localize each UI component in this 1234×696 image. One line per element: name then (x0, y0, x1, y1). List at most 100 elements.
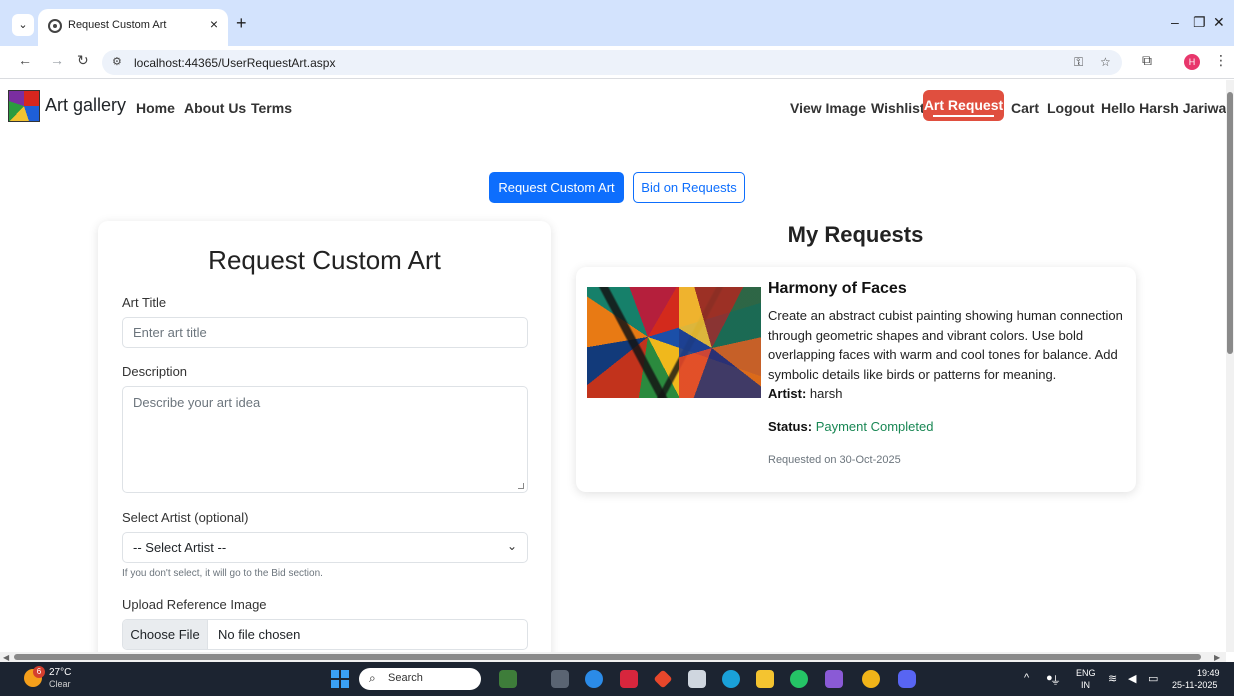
edge-icon[interactable] (722, 670, 740, 688)
form-title: Request Custom Art (208, 245, 441, 275)
git-icon[interactable] (653, 669, 673, 689)
language-code[interactable]: ENG (1076, 668, 1096, 678)
artist-select-value: -- Select Artist -- (133, 540, 227, 555)
file-explorer-icon[interactable] (756, 670, 774, 688)
request-date: Requested on 30-Oct-2025 (768, 454, 901, 466)
start-windows-icon[interactable] (331, 670, 349, 688)
search-icon: ⌕ (369, 671, 376, 685)
store-icon[interactable] (688, 670, 706, 688)
taskbar-search-label: Search (388, 672, 423, 684)
browser-toolbar: ← → ↻ ⚙ localhost:44365/UserRequestArt.a… (0, 46, 1234, 79)
nav-about-us[interactable]: About Us (184, 100, 246, 116)
weather-condition[interactable]: Clear (49, 679, 71, 689)
request-artwork-image (587, 287, 761, 398)
reload-icon[interactable]: ↻ (77, 52, 89, 69)
art-title-label: Art Title (122, 295, 167, 310)
resize-handle-icon[interactable] (518, 483, 524, 489)
nav-wishlist[interactable]: Wishlist (871, 100, 925, 116)
language-region[interactable]: IN (1081, 680, 1090, 690)
minimize-icon[interactable]: – (1171, 14, 1179, 30)
microphone-icon[interactable]: ⏚ (1050, 672, 1061, 688)
nav-logout[interactable]: Logout (1047, 100, 1094, 116)
nav-art-request[interactable]: Art Request (923, 90, 1004, 121)
site-navbar: Art gallery Home About Us Terms View Ima… (0, 80, 1226, 136)
brand-name[interactable]: Art gallery (45, 95, 126, 116)
request-status: Status: Payment Completed (768, 419, 933, 434)
taskbar-search[interactable]: ⌕ Search (359, 668, 481, 690)
reference-file-input[interactable]: Choose File No file chosen (122, 619, 528, 650)
bookmark-star-icon[interactable]: ☆ (1100, 55, 1111, 69)
brand-logo[interactable] (8, 90, 40, 122)
tab-close-icon[interactable]: × (210, 16, 218, 32)
bid-on-requests-button[interactable]: Bid on Requests (633, 172, 745, 203)
page-viewport: Art gallery Home About Us Terms View Ima… (0, 80, 1226, 652)
description-textarea[interactable]: Describe your art idea (122, 386, 528, 493)
restore-icon[interactable]: ❐ (1193, 14, 1206, 31)
art-title-input[interactable]: Enter art title (122, 317, 528, 348)
temperature[interactable]: 27°C (49, 667, 71, 678)
request-custom-art-button[interactable]: Request Custom Art (489, 172, 624, 203)
battery-icon[interactable]: ▭ (1148, 672, 1158, 685)
weather-badge: 6 (33, 666, 45, 678)
nav-cart[interactable]: Cart (1011, 100, 1039, 116)
choose-file-button[interactable]: Choose File (123, 620, 208, 649)
upload-label: Upload Reference Image (122, 597, 267, 612)
request-description: Create an abstract cubist painting showi… (768, 308, 1123, 382)
description-label: Description (122, 364, 188, 379)
visual-studio-icon[interactable] (825, 670, 843, 688)
windows-taskbar: 6 27°C Clear ⌕ Search ^ ● ⏚ ENG IN ≋ ◀ ▭… (0, 662, 1234, 696)
wifi-icon[interactable]: ≋ (1108, 672, 1117, 685)
request-title: Harmony of Faces (768, 280, 907, 297)
request-form-card: Request Custom Art Art Title Enter art t… (98, 221, 551, 652)
chevron-down-icon: ⌄ (506, 539, 517, 553)
status-badge: Payment Completed (815, 419, 934, 434)
extensions-icon[interactable]: ⧉ (1142, 52, 1152, 69)
browser-tab-bar: ⌄ Request Custom Art × + – ❐ ✕ (0, 0, 1234, 46)
nav-terms[interactable]: Terms (251, 100, 292, 116)
password-key-icon[interactable]: ⚿ (1074, 55, 1083, 70)
request-artist: Artist: harsh (768, 386, 842, 401)
horizontal-scroll-thumb[interactable] (14, 654, 1201, 660)
chrome-icon[interactable] (862, 670, 880, 688)
artist-select[interactable]: -- Select Artist -- ⌄ (122, 532, 528, 563)
vertical-scrollbar[interactable] (1226, 80, 1234, 652)
globe-icon (48, 19, 62, 33)
window-close-icon[interactable]: ✕ (1213, 14, 1225, 31)
active-tab[interactable]: Request Custom Art × (38, 9, 228, 46)
site-info-icon[interactable]: ⚙ (112, 55, 122, 68)
art-title-placeholder: Enter art title (133, 325, 207, 340)
discord-icon[interactable] (898, 670, 916, 688)
new-tab-button[interactable]: + (236, 13, 247, 34)
forward-arrow-icon[interactable]: → (50, 52, 64, 68)
artist-hint: If you don't select, it will go to the B… (122, 568, 323, 579)
clock-time[interactable]: 19:49 (1197, 668, 1220, 678)
mcafee-icon[interactable] (620, 670, 638, 688)
tab-search-button[interactable]: ⌄ (12, 14, 34, 36)
nav-home[interactable]: Home (136, 100, 175, 116)
artist-name: harsh (809, 386, 843, 401)
address-bar[interactable]: ⚙ localhost:44365/UserRequestArt.aspx ⚿ … (102, 50, 1122, 75)
description-placeholder: Describe your art idea (133, 395, 261, 410)
task-view-icon[interactable] (551, 670, 569, 688)
whatsapp-icon[interactable] (790, 670, 808, 688)
user-greeting: Hello Harsh Jariwala (1101, 100, 1226, 116)
vertical-scroll-thumb[interactable] (1227, 92, 1233, 354)
my-requests-heading: My Requests (787, 222, 924, 247)
tray-overflow-icon[interactable]: ^ (1024, 672, 1029, 684)
copilot-icon[interactable] (585, 670, 603, 688)
artist-field-label: Artist: (768, 386, 807, 401)
volume-icon[interactable]: ◀ (1128, 672, 1136, 685)
nav-view-image[interactable]: View Image (790, 100, 866, 116)
url-text[interactable]: localhost:44365/UserRequestArt.aspx (134, 56, 335, 70)
status-field-label: Status: (768, 419, 813, 434)
tab-title: Request Custom Art (68, 19, 167, 31)
horizontal-scrollbar[interactable]: ◀ ▶ (0, 652, 1226, 662)
scroll-left-arrow-icon[interactable]: ◀ (3, 653, 9, 662)
scroll-right-arrow-icon[interactable]: ▶ (1214, 653, 1220, 662)
request-card: Harmony of Faces Create an abstract cubi… (576, 267, 1136, 492)
profile-avatar[interactable]: H (1184, 54, 1200, 70)
menu-kebab-icon[interactable]: ⋮ (1214, 52, 1228, 69)
widgets-icon[interactable] (499, 670, 517, 688)
clock-date[interactable]: 25-11-2025 (1172, 680, 1217, 690)
back-arrow-icon[interactable]: ← (18, 52, 32, 68)
